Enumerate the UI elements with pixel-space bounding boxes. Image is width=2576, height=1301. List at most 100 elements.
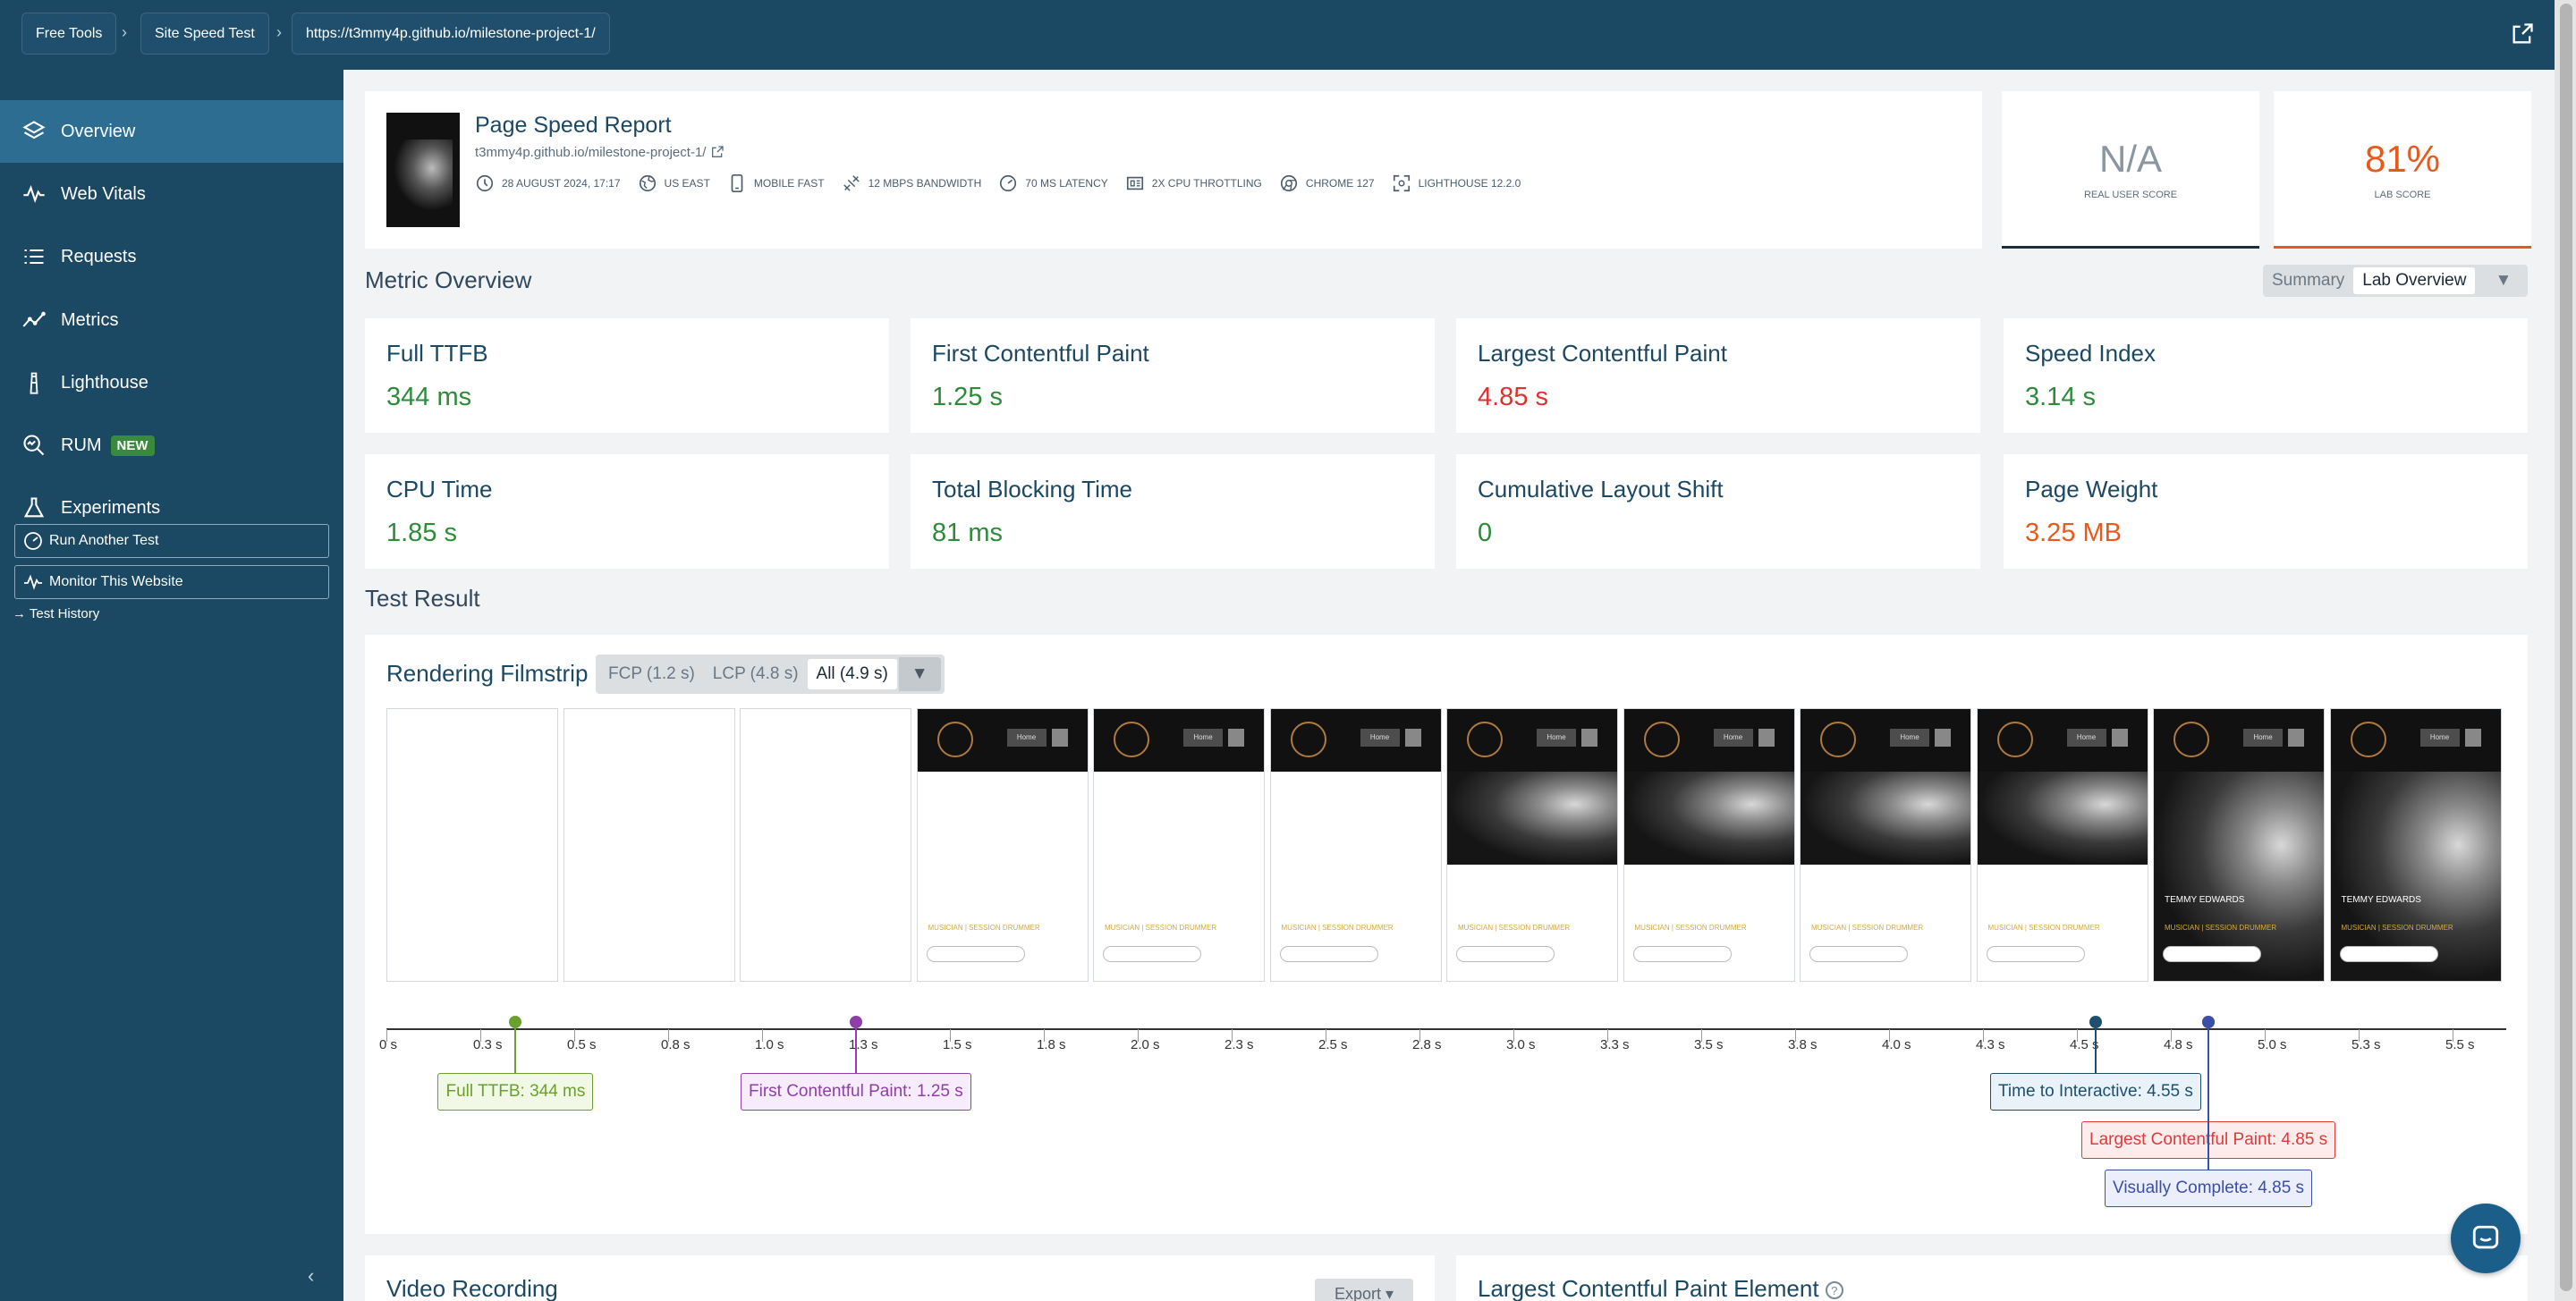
- marker-line-ttfb: [514, 1021, 517, 1073]
- sidebar-item-lighthouse[interactable]: Lighthouse: [0, 351, 343, 414]
- marker-dot-fcp[interactable]: [850, 1016, 862, 1028]
- filmstrip-frame[interactable]: Home MUSICIAN | SESSION DRUMMER: [1976, 708, 2148, 982]
- collapse-sidebar-icon[interactable]: ‹: [308, 1264, 314, 1288]
- timeline-tick-label: 2.8 s: [1412, 1037, 1442, 1052]
- metric-card-cls[interactable]: Cumulative Layout Shift 0: [1456, 454, 1980, 569]
- flask-icon: [23, 497, 45, 518]
- timeline-tick-label: 4.8 s: [2164, 1037, 2193, 1052]
- tab-fcp[interactable]: FCP (1.2 s): [599, 659, 704, 689]
- menu-icon: [2464, 729, 2481, 747]
- marker-dot-tti[interactable]: [2089, 1016, 2102, 1028]
- metric-name: First Contentful Paint: [932, 340, 1149, 367]
- metric-value: 3.25 MB: [2025, 519, 2122, 547]
- pulse-icon: [24, 574, 42, 590]
- test-history-link[interactable]: → Test History: [13, 606, 99, 621]
- chevron-down-icon[interactable]: ▼: [898, 657, 941, 691]
- filmstrip-frame[interactable]: Home MUSICIAN | SESSION DRUMMER: [1093, 708, 1265, 982]
- filmstrip-frame[interactable]: Home MUSICIAN | SESSION DRUMMER: [916, 708, 1089, 982]
- metric-card-cpu-time[interactable]: CPU Time 1.85 s: [365, 454, 889, 569]
- help-icon[interactable]: ?: [1825, 1281, 1843, 1299]
- sidebar-item-metrics[interactable]: Metrics: [0, 289, 343, 351]
- metric-card-lcp[interactable]: Largest Contentful Paint 4.85 s: [1456, 318, 1980, 433]
- frame-header: Home: [2330, 709, 2501, 772]
- tab-all[interactable]: All (4.9 s): [807, 659, 897, 689]
- filmstrip-frame[interactable]: Home MUSICIAN | SESSION DRUMMER: [1623, 708, 1795, 982]
- export-button[interactable]: Export ▾: [1315, 1279, 1413, 1301]
- metric-card-fcp[interactable]: First Contentful Paint 1.25 s: [911, 318, 1435, 433]
- filmstrip-frame[interactable]: [386, 708, 558, 982]
- clock-icon: [476, 174, 494, 192]
- menu-icon: [1581, 729, 1597, 747]
- globe-icon: [639, 174, 656, 192]
- sidebar-item-label: Overview: [61, 121, 136, 141]
- frame-home-button: Home: [1713, 729, 1753, 747]
- marker-line-tti: [2095, 1021, 2097, 1073]
- sidebar-item-label: Experiments: [61, 497, 161, 518]
- chevron-down-icon: ▾: [1385, 1285, 1394, 1301]
- filmstrip-frame[interactable]: Home MUSICIAN | SESSION DRUMMER: [1269, 708, 1442, 982]
- frame-audio-player: [2339, 946, 2438, 962]
- chat-support-button[interactable]: [2451, 1204, 2521, 1273]
- metric-card-speed-index[interactable]: Speed Index 3.14 s: [2004, 318, 2528, 433]
- top-bar: Free Tools › Site Speed Test › https://t…: [0, 0, 2576, 70]
- monitor-website-button[interactable]: Monitor This Website: [14, 565, 329, 599]
- real-user-score-card[interactable]: N/A Real User Score: [2002, 91, 2259, 249]
- frame-audio-player: [1279, 946, 1378, 962]
- frame-home-button: Home: [1537, 729, 1576, 747]
- marker-dot-visually-complete[interactable]: [2202, 1016, 2215, 1028]
- run-another-test-button[interactable]: Run Another Test: [14, 524, 329, 558]
- sidebar-item-overview[interactable]: Overview: [0, 100, 343, 163]
- lab-score-card[interactable]: 81% Lab Score: [2274, 91, 2531, 249]
- frame-caption: MUSICIAN | SESSION DRUMMER: [928, 924, 1040, 932]
- frame-header: Home: [1270, 709, 1441, 772]
- test-bandwidth-text: 12 Mbps bandwidth: [868, 177, 982, 190]
- marker-label-tti: Time to Interactive: 4.55 s: [1990, 1073, 2201, 1111]
- tab-lcp[interactable]: LCP (4.8 s): [704, 659, 808, 689]
- sidebar-item-rum[interactable]: RUM NEW: [0, 414, 343, 477]
- external-link-icon[interactable]: [2510, 21, 2535, 46]
- sidebar-item-web-vitals[interactable]: Web Vitals: [0, 163, 343, 225]
- frame-caption: MUSICIAN | SESSION DRUMMER: [1105, 924, 1217, 932]
- frame-audio-player: [1456, 946, 1555, 962]
- lighthouse-icon: [30, 372, 38, 394]
- marker-line-visually-complete: [2207, 1021, 2209, 1170]
- filmstrip-frame[interactable]: Home TEMMY EDWARDS MUSICIAN | SESSION DRUM…: [2329, 708, 2502, 982]
- filmstrip-frame[interactable]: Home TEMMY EDWARDS MUSICIAN | SESSION DRUM…: [2153, 708, 2325, 982]
- breadcrumb-url[interactable]: https://t3mmy4p.github.io/milestone-proj…: [292, 13, 610, 55]
- timeline-tick-label: 3.8 s: [1788, 1037, 1818, 1052]
- summary-tab[interactable]: Summary: [2263, 267, 2353, 294]
- filmstrip-frame[interactable]: Home MUSICIAN | SESSION DRUMMER: [1800, 708, 1971, 982]
- marker-dot-ttfb[interactable]: [509, 1016, 522, 1028]
- breadcrumb-free-tools[interactable]: Free Tools: [21, 13, 117, 55]
- timeline-tick-label: 5.0 s: [2258, 1037, 2287, 1052]
- external-link-icon[interactable]: [710, 145, 724, 159]
- tested-url[interactable]: t3mmy4p.github.io/milestone-project-1/: [475, 145, 724, 160]
- metric-card-tbt[interactable]: Total Blocking Time 81 ms: [911, 454, 1435, 569]
- chevron-down-icon[interactable]: ▼: [2486, 267, 2521, 294]
- lab-overview-tab[interactable]: Lab Overview: [2353, 267, 2476, 294]
- frame-home-button: Home: [1890, 729, 1929, 747]
- frame-home-button: Home: [1183, 729, 1223, 747]
- gauge-icon: [1000, 174, 1017, 192]
- test-date-text: 28 August 2024, 17:17: [502, 177, 621, 190]
- timeline-tick-label: 1.5 s: [943, 1037, 972, 1052]
- real-user-score-label: Real User Score: [2083, 190, 2178, 200]
- frame-caption: MUSICIAN | SESSION DRUMMER: [1458, 924, 1571, 932]
- filmstrip-frame[interactable]: Home MUSICIAN | SESSION DRUMMER: [1446, 708, 1618, 982]
- filmstrip-frame[interactable]: [563, 708, 735, 982]
- test-lighthouse-text: Lighthouse 12.2.0: [1418, 177, 1521, 190]
- frame-home-button: Home: [2066, 729, 2106, 747]
- filmstrip-title: Rendering Filmstrip: [386, 660, 589, 687]
- metric-card-full-ttfb[interactable]: Full TTFB 344 ms: [365, 318, 889, 433]
- frame-caption: MUSICIAN | SESSION DRUMMER: [1634, 924, 1747, 932]
- scrollbar-thumb[interactable]: [2560, 4, 2572, 1291]
- metric-name: Full TTFB: [386, 340, 488, 367]
- test-device-text: Mobile Fast: [753, 177, 825, 190]
- test-location: US East: [638, 173, 710, 193]
- breadcrumb-site-speed-test[interactable]: Site Speed Test: [140, 13, 269, 55]
- metric-value: 3.14 s: [2025, 383, 2096, 411]
- filmstrip-frame[interactable]: [740, 708, 911, 982]
- sidebar-item-requests[interactable]: Requests: [0, 225, 343, 288]
- metric-card-page-weight[interactable]: Page Weight 3.25 MB: [2004, 454, 2528, 569]
- metric-name: Page Weight: [2025, 476, 2158, 503]
